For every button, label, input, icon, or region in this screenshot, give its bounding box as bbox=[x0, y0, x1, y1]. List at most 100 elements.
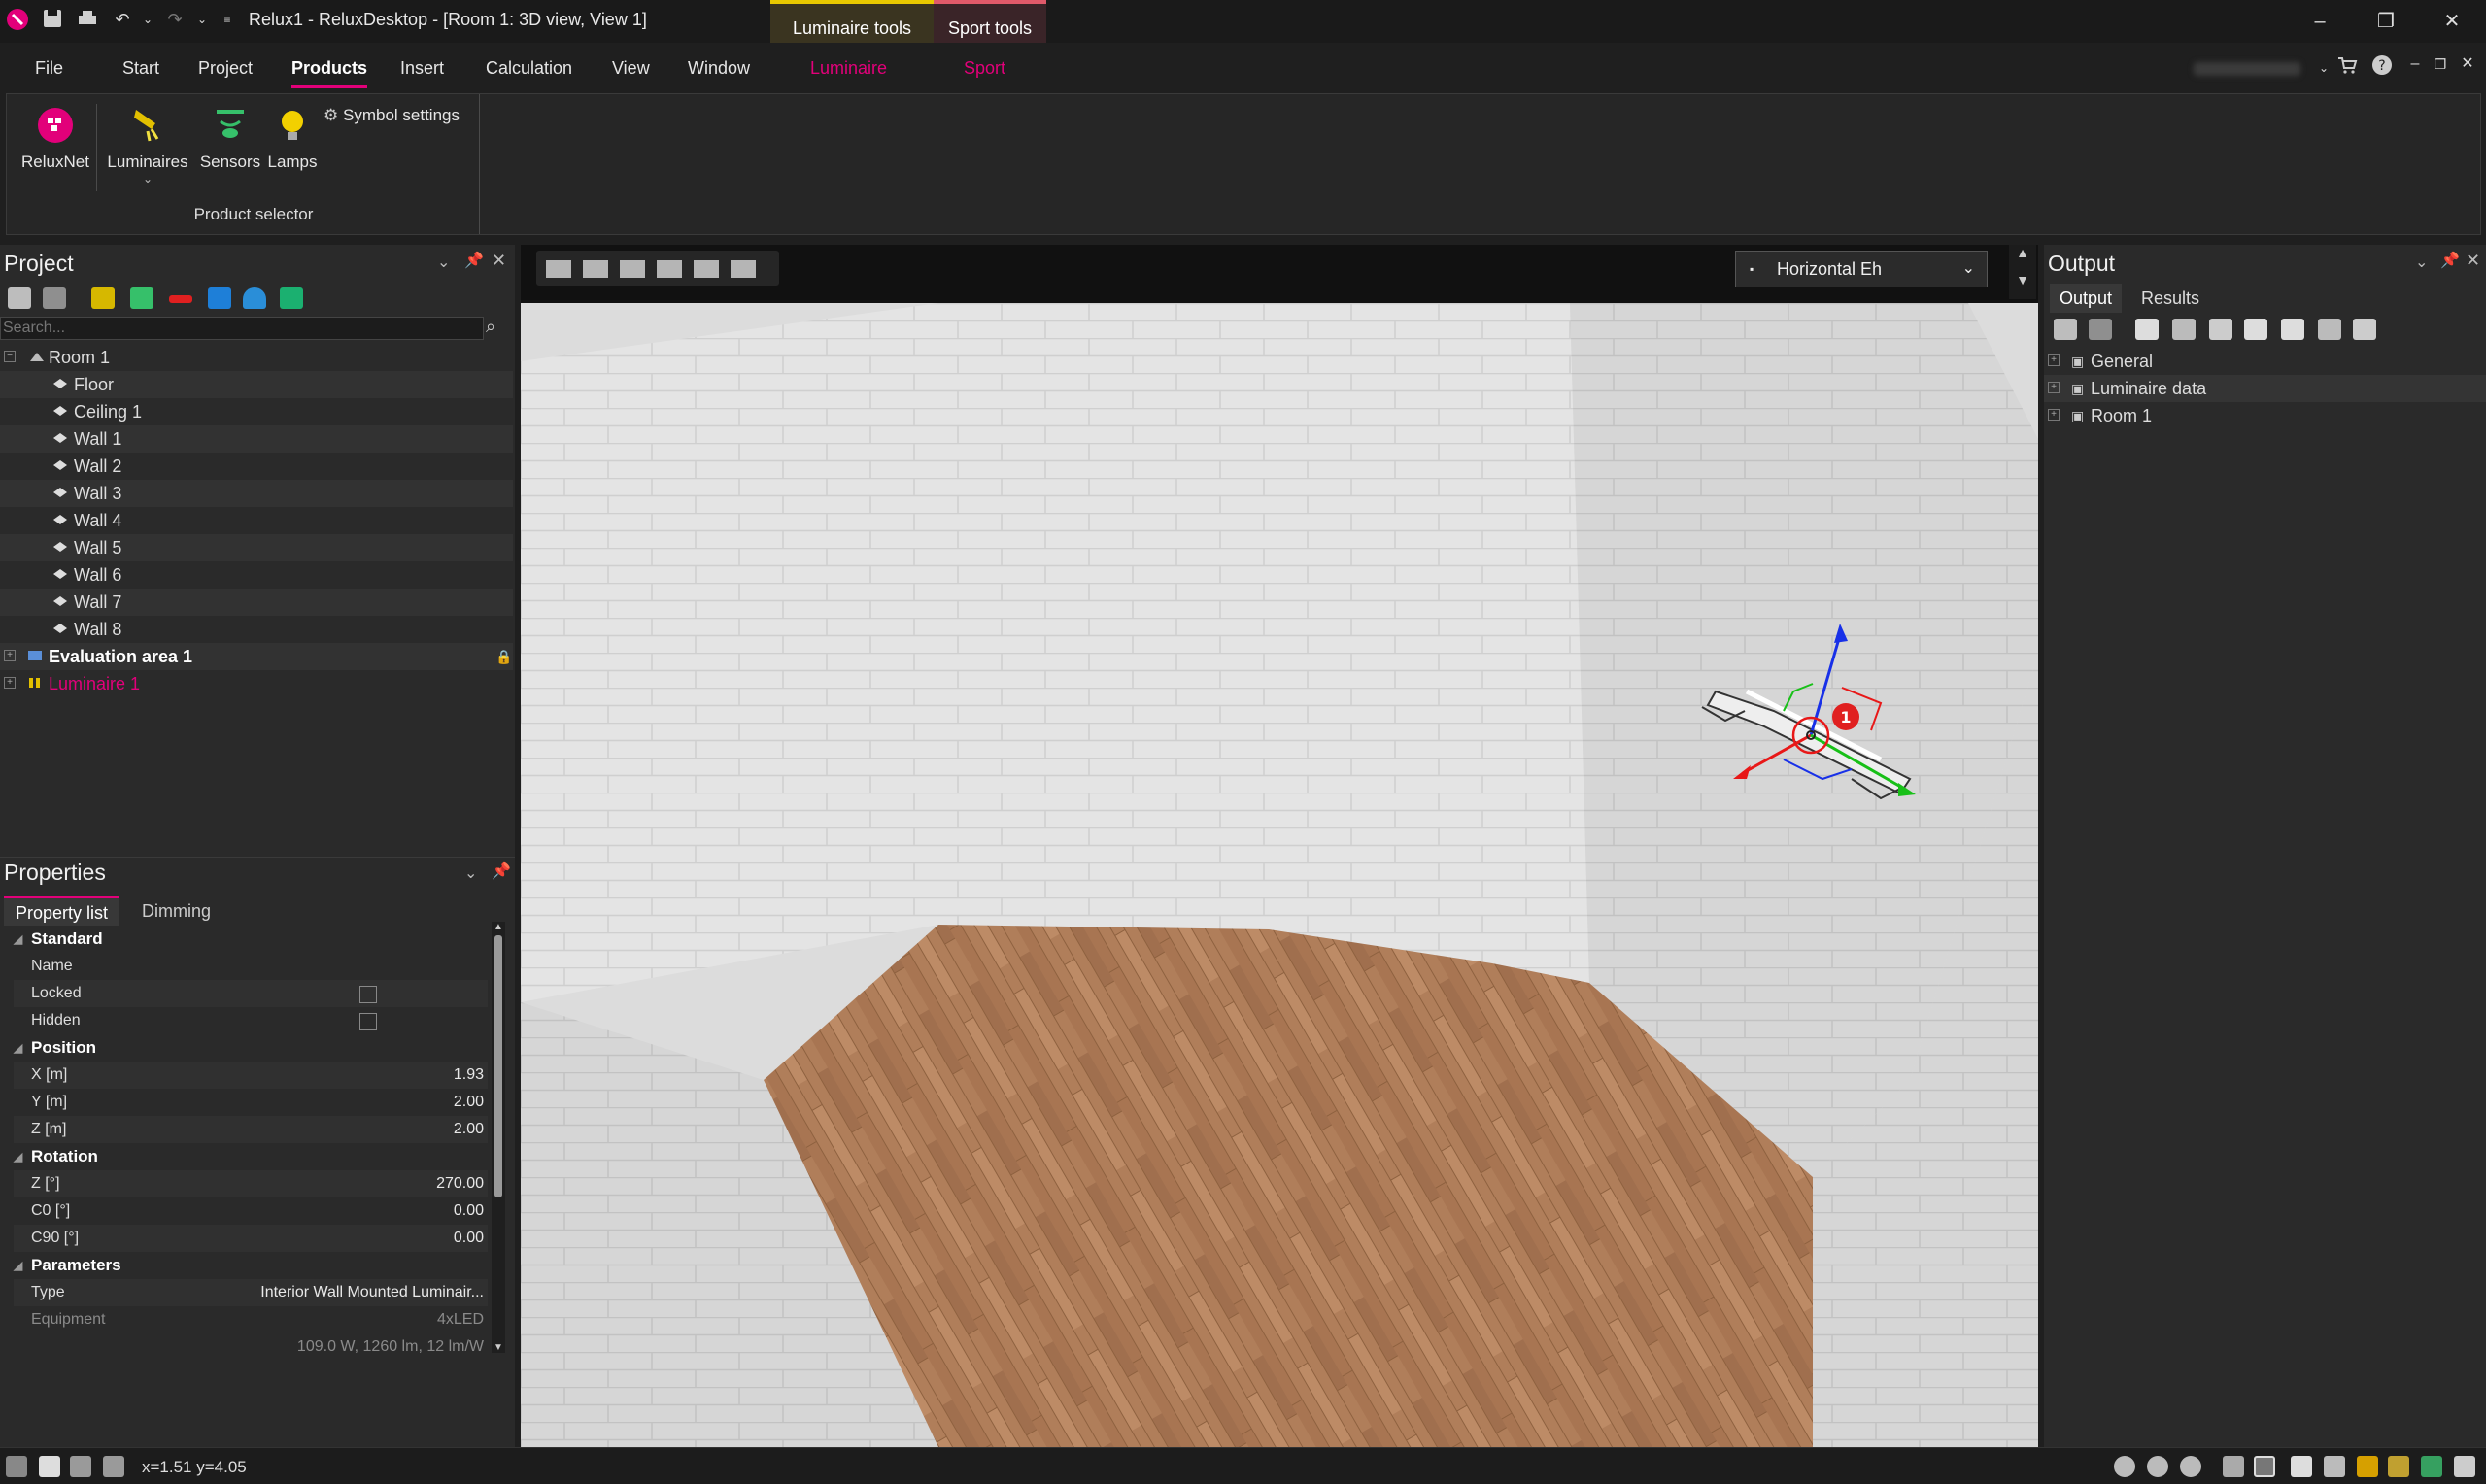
prop-y[interactable]: Y [m] 2.00 bbox=[14, 1089, 488, 1116]
sensor-view-icon[interactable] bbox=[2421, 1456, 2442, 1477]
scroll-up-icon[interactable]: ▲ bbox=[2009, 245, 2036, 260]
furniture-filter-icon[interactable] bbox=[243, 287, 266, 309]
document-icon[interactable] bbox=[2244, 319, 2267, 340]
symbol-settings-button[interactable]: ⚙ Symbol settings bbox=[324, 106, 479, 125]
zoom-out-icon[interactable] bbox=[2147, 1456, 2168, 1477]
pin-icon[interactable]: 📌 bbox=[492, 861, 511, 881]
lamps-button[interactable]: Lamps bbox=[255, 104, 329, 172]
save-icon[interactable] bbox=[41, 8, 64, 31]
prop-value[interactable]: 0.00 bbox=[454, 1197, 484, 1225]
prop-value[interactable]: 2.00 bbox=[454, 1116, 484, 1143]
category-parameters[interactable]: ◢ Parameters bbox=[14, 1252, 488, 1279]
evaluation-filter-icon[interactable] bbox=[169, 295, 192, 303]
tree-item-ceiling-1[interactable]: Ceiling 1 bbox=[0, 398, 513, 425]
tree-item-wall-3[interactable]: Wall 3 bbox=[0, 480, 513, 507]
floor-plan-view-icon[interactable] bbox=[2291, 1456, 2312, 1477]
context-tab-sport-tools[interactable]: Sport tools bbox=[934, 0, 1046, 43]
tree-item-wall-8[interactable]: Wall 8 bbox=[0, 616, 513, 643]
category-position[interactable]: ◢ Position bbox=[14, 1034, 488, 1062]
table-icon[interactable] bbox=[2281, 319, 2304, 340]
reluxnet-button[interactable]: ReluxNet bbox=[17, 104, 94, 172]
viewport-scroller[interactable]: ▲ ▼ bbox=[2009, 245, 2036, 299]
expand-icon[interactable]: + bbox=[2048, 354, 2060, 366]
customize-quick-access-icon[interactable]: ≡ bbox=[216, 8, 239, 31]
tab-results[interactable]: Results bbox=[2131, 284, 2209, 313]
wall-back-left[interactable] bbox=[521, 303, 938, 1002]
expand-icon[interactable]: + bbox=[4, 677, 16, 689]
prop-type[interactable]: Type Interior Wall Mounted Luminair... bbox=[14, 1279, 488, 1306]
prop-c0[interactable]: C0 [°] 0.00 bbox=[14, 1197, 488, 1225]
redo-dropdown-icon[interactable]: ⌄ bbox=[190, 8, 214, 31]
scroll-down-icon[interactable]: ▼ bbox=[2009, 272, 2036, 287]
expand-icon[interactable]: + bbox=[2048, 382, 2060, 393]
tree-item-wall-4[interactable]: Wall 4 bbox=[0, 507, 513, 534]
menu-file[interactable]: File bbox=[35, 58, 63, 79]
tree-item-wall-6[interactable]: Wall 6 bbox=[0, 561, 513, 589]
panel-dropdown-icon[interactable]: ⌄ bbox=[464, 863, 477, 883]
collapse-icon[interactable]: ◢ bbox=[14, 1143, 22, 1170]
prop-rotation-z[interactable]: Z [°] 270.00 bbox=[14, 1170, 488, 1197]
prop-value[interactable]: 0.00 bbox=[454, 1225, 484, 1252]
cart-icon[interactable] bbox=[2335, 54, 2359, 78]
luminaire-filter-icon[interactable] bbox=[91, 287, 115, 309]
false-colors-icon[interactable] bbox=[657, 260, 682, 278]
grid-icon[interactable] bbox=[39, 1456, 60, 1477]
tree-item-wall-1[interactable]: Wall 1 bbox=[0, 425, 513, 453]
scroll-up-icon[interactable]: ▲ bbox=[492, 922, 505, 932]
locked-checkbox[interactable] bbox=[359, 986, 377, 1003]
luminaires-dropdown-icon[interactable]: ⌄ bbox=[104, 172, 191, 186]
export-icon[interactable] bbox=[2353, 319, 2376, 340]
collapse-icon[interactable]: − bbox=[4, 351, 16, 362]
collapse-icon[interactable]: ◢ bbox=[14, 1034, 22, 1062]
room-view-icon[interactable] bbox=[8, 287, 31, 309]
tree-item-floor[interactable]: Floor bbox=[0, 371, 513, 398]
object-filter-icon[interactable] bbox=[208, 287, 231, 309]
output-item-general[interactable]: + ▣ General bbox=[2044, 348, 2486, 375]
tree-item-evaluation-area-1[interactable]: + Evaluation area 1 🔒 bbox=[0, 643, 513, 670]
pin-icon[interactable]: 📌 bbox=[464, 251, 484, 270]
hidden-checkbox[interactable] bbox=[359, 1013, 377, 1030]
tab-property-list[interactable]: Property list bbox=[4, 896, 120, 926]
scrollbar-thumb[interactable] bbox=[494, 935, 502, 1197]
prop-value[interactable]: 1.93 bbox=[454, 1062, 484, 1089]
prop-z[interactable]: Z [m] 2.00 bbox=[14, 1116, 488, 1143]
redo-icon[interactable]: ↷ bbox=[163, 8, 187, 31]
isolines-icon[interactable] bbox=[620, 260, 645, 278]
search-icon[interactable]: ⌕ bbox=[486, 317, 511, 340]
prop-value[interactable]: Interior Wall Mounted Luminair... bbox=[260, 1279, 484, 1306]
pin-icon[interactable]: 📌 bbox=[2440, 251, 2460, 270]
mdi-close-icon[interactable]: ✕ bbox=[2456, 52, 2479, 76]
render-icon[interactable] bbox=[731, 260, 756, 278]
menu-insert[interactable]: Insert bbox=[400, 58, 444, 79]
wall-back-center[interactable] bbox=[938, 303, 1589, 983]
user-account[interactable] bbox=[2194, 62, 2300, 76]
tree-item-wall-5[interactable]: Wall 5 bbox=[0, 534, 513, 561]
close-button[interactable]: ✕ bbox=[2433, 6, 2471, 37]
tab-dimming[interactable]: Dimming bbox=[130, 896, 222, 926]
scroll-down-icon[interactable]: ▼ bbox=[492, 1342, 505, 1353]
luminaires-button[interactable]: Luminaires ⌄ bbox=[104, 104, 191, 186]
layout-icon[interactable] bbox=[2135, 319, 2159, 340]
menu-window[interactable]: Window bbox=[688, 58, 750, 79]
menu-luminaire[interactable]: Luminaire bbox=[810, 58, 887, 79]
room-3d-icon[interactable] bbox=[2172, 319, 2196, 340]
prop-x[interactable]: X [m] 1.93 bbox=[14, 1062, 488, 1089]
help-icon[interactable]: ? bbox=[2370, 54, 2394, 78]
panel-close-icon[interactable]: ✕ bbox=[2466, 251, 2480, 271]
prop-locked[interactable]: Locked bbox=[14, 980, 488, 1007]
expand-icon[interactable]: + bbox=[4, 650, 16, 661]
mdi-restore-icon[interactable]: ❐ bbox=[2429, 52, 2452, 76]
prop-value[interactable]: 2.00 bbox=[454, 1089, 484, 1116]
project-search-input[interactable] bbox=[0, 317, 484, 340]
prop-hidden[interactable]: Hidden bbox=[14, 1007, 488, 1034]
prop-value[interactable]: 270.00 bbox=[436, 1170, 484, 1197]
print-icon[interactable] bbox=[76, 8, 99, 31]
prop-c90[interactable]: C90 [°] 0.00 bbox=[14, 1225, 488, 1252]
light-view-icon[interactable] bbox=[2388, 1456, 2409, 1477]
floor-plan-icon[interactable] bbox=[583, 260, 608, 278]
tree-item-luminaire-1[interactable]: + Luminaire 1 bbox=[0, 670, 513, 697]
expand-icon[interactable]: + bbox=[2048, 409, 2060, 421]
grid-view-icon[interactable] bbox=[546, 260, 571, 278]
tab-output[interactable]: Output bbox=[2050, 284, 2123, 313]
menu-products[interactable]: Products bbox=[291, 58, 368, 88]
